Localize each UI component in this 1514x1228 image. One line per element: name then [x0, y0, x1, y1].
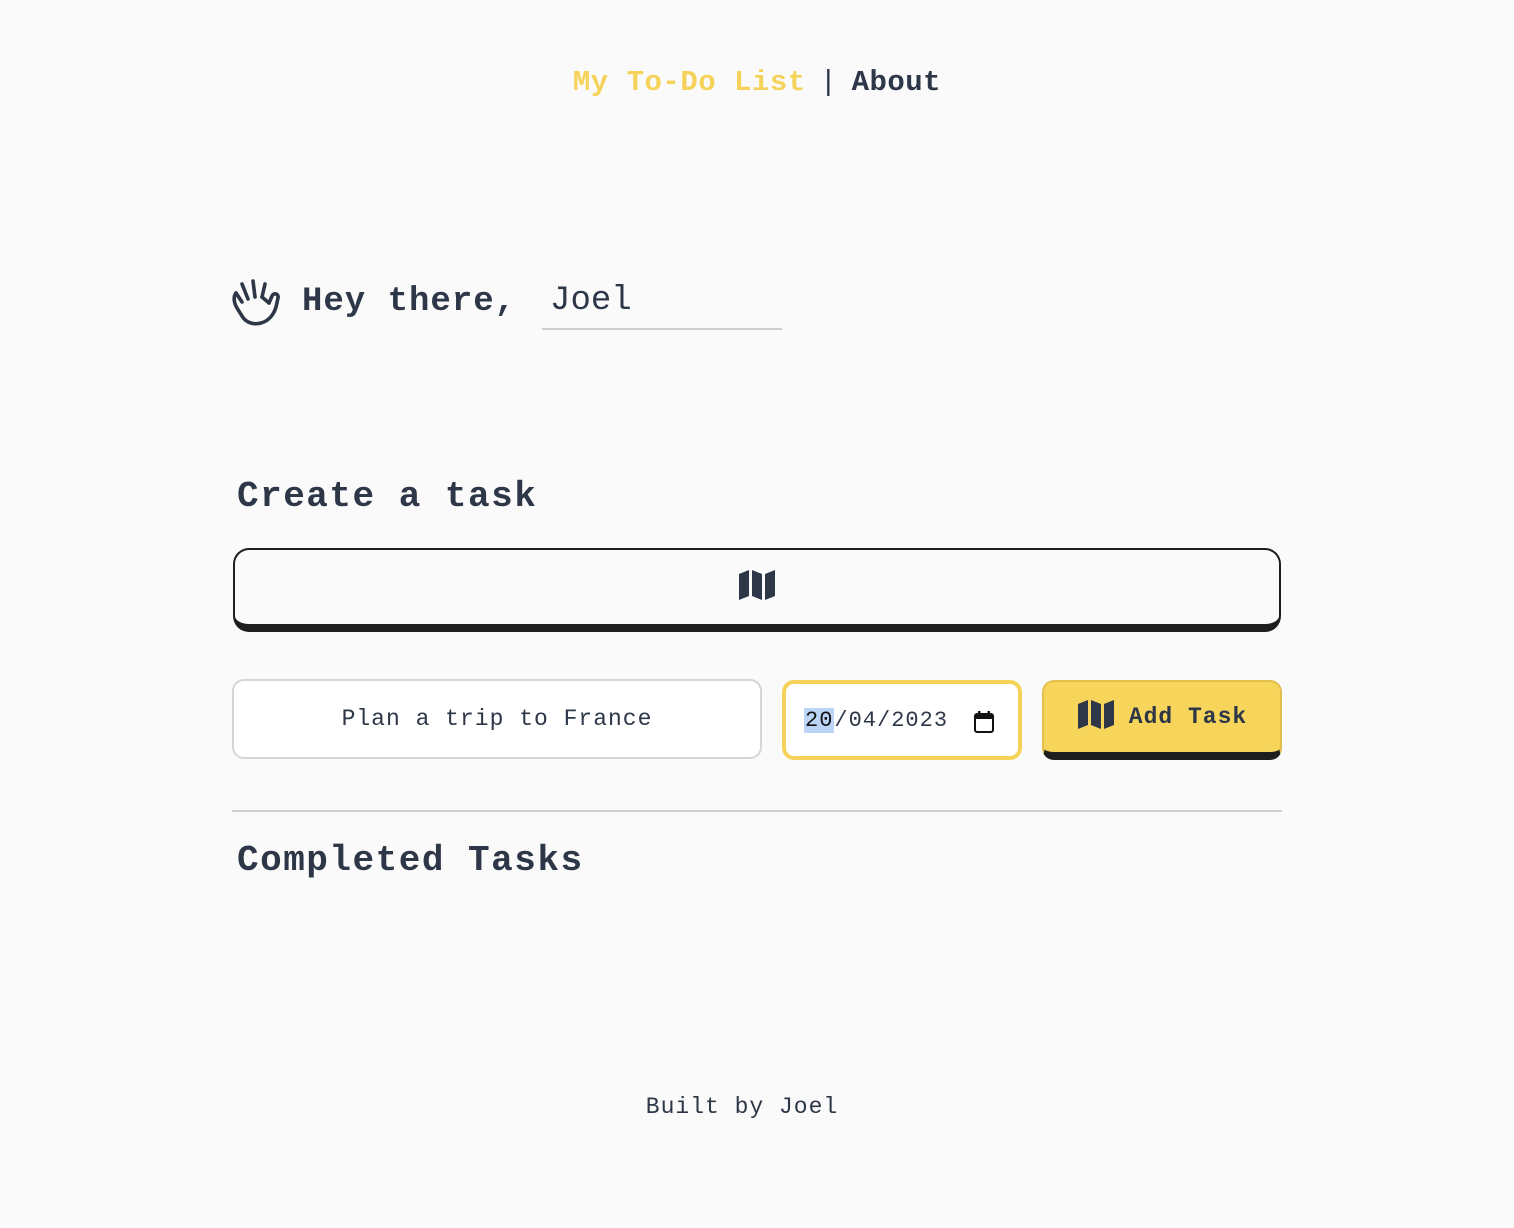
greeting-text: Hey there, [302, 283, 517, 321]
create-task-heading: Create a task [237, 476, 538, 517]
date-year-segment[interactable]: 2023 [891, 708, 948, 733]
date-month-segment[interactable]: 04 [849, 708, 877, 733]
calendar-icon[interactable] [974, 711, 994, 733]
greeting-row: Hey there, [230, 274, 783, 330]
add-task-label: Add Task [1128, 704, 1248, 730]
footer: Built by Joel [645, 1094, 839, 1120]
map-toggle-button[interactable] [233, 548, 1281, 632]
date-slash: / [877, 707, 892, 733]
divider [232, 810, 1282, 812]
task-input[interactable] [232, 679, 762, 759]
add-task-button[interactable]: Add Task [1042, 680, 1282, 760]
name-input[interactable] [542, 274, 783, 330]
hand-wave-icon [230, 276, 282, 328]
top-nav: My To-Do List | About [0, 66, 1514, 99]
date-day-segment[interactable]: 20 [804, 707, 835, 733]
date-slash: / [834, 707, 849, 733]
date-input[interactable]: 20/04/2023 [782, 680, 1022, 760]
map-icon [1077, 699, 1129, 736]
nav-separator: | [819, 66, 838, 99]
map-icon [738, 569, 776, 606]
completed-tasks-heading: Completed Tasks [237, 840, 584, 881]
nav-home-link[interactable]: My To-Do List [573, 66, 806, 99]
nav-about-link[interactable]: About [852, 66, 942, 99]
